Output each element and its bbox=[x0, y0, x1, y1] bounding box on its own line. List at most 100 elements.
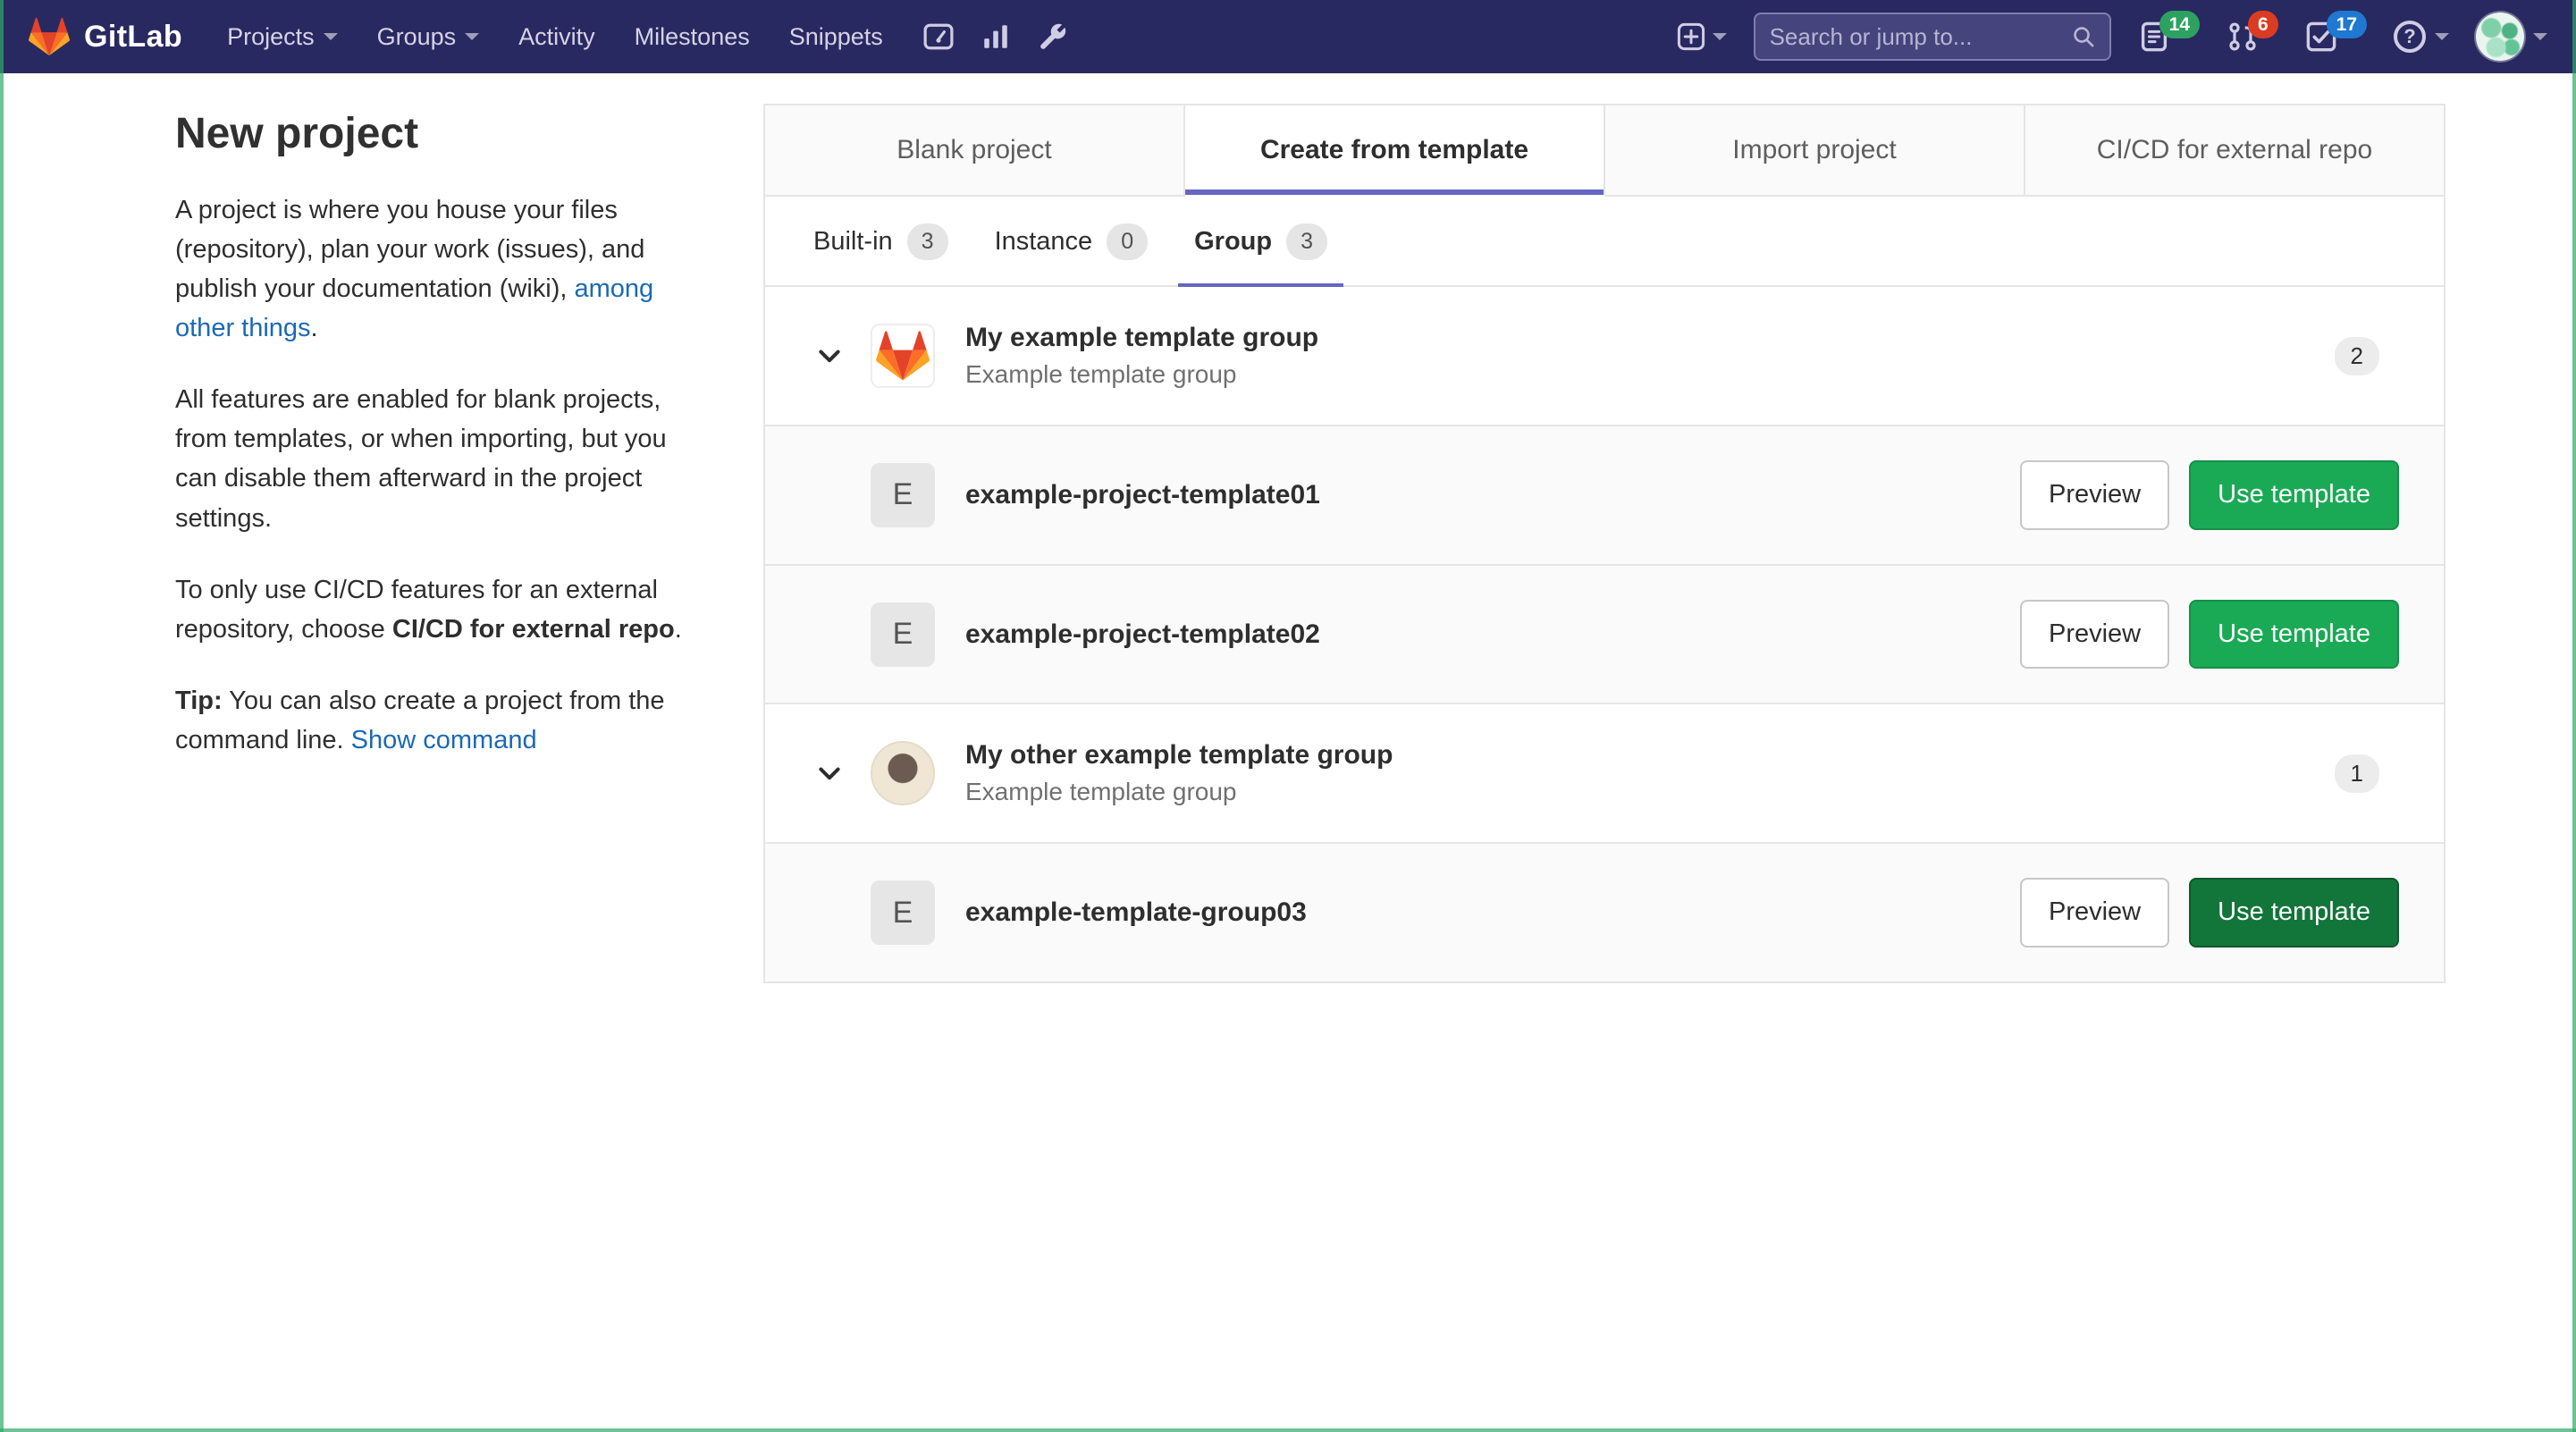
todos-count-badge: 17 bbox=[2326, 10, 2367, 38]
merge-requests-count-badge: 6 bbox=[2247, 10, 2278, 38]
nav-snippets-label: Snippets bbox=[788, 22, 883, 50]
intro-paragraph-2: All features are enabled for blank proje… bbox=[175, 385, 667, 533]
subtab-instance[interactable]: Instance 0 bbox=[979, 197, 1165, 287]
subtab-built-in-label: Built-in bbox=[813, 227, 893, 256]
template-name: example-project-template02 bbox=[965, 619, 1320, 649]
new-project-intro: New project A project is where you house… bbox=[175, 104, 704, 792]
template-name: example-template-group03 bbox=[965, 897, 1307, 928]
gitlab-new-project-page: GitLab Projects Groups Activity Mileston… bbox=[0, 0, 2576, 1432]
nav-activity[interactable]: Activity bbox=[499, 0, 615, 73]
page-title: New project bbox=[175, 110, 419, 157]
plus-square-icon bbox=[1677, 22, 1705, 51]
chevron-down-icon bbox=[2533, 33, 2547, 40]
group-template-count-badge: 2 bbox=[2334, 336, 2379, 375]
intro-tip: Tip: You can also create a project from … bbox=[175, 681, 704, 760]
template-list: My example template group Example templa… bbox=[765, 287, 2444, 982]
subtab-group-label: Group bbox=[1194, 227, 1273, 256]
main-content: New project A project is where you house… bbox=[0, 73, 2576, 984]
subtab-instance-count: 0 bbox=[1107, 223, 1149, 260]
tab-cicd-external-repo[interactable]: CI/CD for external repo bbox=[2025, 105, 2444, 197]
search-input[interactable] bbox=[1769, 22, 2072, 51]
chevron-down-icon bbox=[465, 33, 480, 40]
group-avatar bbox=[871, 741, 935, 806]
template-avatar: E bbox=[871, 602, 935, 667]
nav-groups[interactable]: Groups bbox=[358, 0, 500, 73]
intro-paragraph-3: To only use CI/CD features for an extern… bbox=[175, 570, 704, 649]
template-row: E example-project-template02 Preview Use… bbox=[765, 565, 2444, 705]
show-command-link[interactable]: Show command bbox=[351, 726, 537, 754]
template-row: E example-project-template01 Preview Use… bbox=[765, 426, 2444, 566]
nav-projects[interactable]: Projects bbox=[207, 0, 358, 73]
issues-count-badge: 14 bbox=[2159, 10, 2200, 38]
group-avatar bbox=[871, 324, 935, 388]
search-icon bbox=[2072, 25, 2095, 48]
nav-milestones[interactable]: Milestones bbox=[615, 0, 770, 73]
tab-import-project[interactable]: Import project bbox=[1605, 105, 2025, 197]
template-avatar: E bbox=[871, 880, 935, 946]
template-row: E example-template-group03 Preview Use t… bbox=[765, 844, 2444, 982]
use-template-button[interactable]: Use template bbox=[2189, 599, 2399, 670]
screenshare-border-left bbox=[0, 0, 4, 1432]
todos-counter[interactable]: 17 bbox=[2305, 10, 2367, 53]
tab-blank-project[interactable]: Blank project bbox=[765, 105, 1185, 197]
template-actions: Preview Use template bbox=[2019, 599, 2399, 670]
gitlab-tanuki-icon bbox=[29, 17, 70, 56]
new-menu-button[interactable] bbox=[1677, 22, 1727, 51]
chevron-down-icon[interactable] bbox=[815, 759, 844, 788]
preview-button[interactable]: Preview bbox=[2019, 460, 2170, 530]
subtab-group-count: 3 bbox=[1286, 223, 1328, 260]
intro-p3-period: . bbox=[674, 614, 682, 644]
help-menu-button[interactable]: ? bbox=[2394, 21, 2449, 53]
gitlab-wordmark: GitLab bbox=[84, 19, 183, 54]
tab-create-from-template[interactable]: Create from template bbox=[1185, 105, 1605, 197]
subtab-group[interactable]: Group 3 bbox=[1178, 197, 1344, 287]
intro-paragraph-1: A project is where you house your files … bbox=[175, 190, 704, 348]
template-avatar: E bbox=[871, 462, 935, 527]
chevron-down-icon bbox=[323, 33, 338, 40]
project-creation-panel: Blank project Create from template Impor… bbox=[763, 104, 2446, 984]
template-group-row-2[interactable]: My other example template group Example … bbox=[765, 704, 2444, 845]
search-box bbox=[1753, 13, 2111, 61]
template-group-row-1[interactable]: My example template group Example templa… bbox=[765, 287, 2444, 426]
nav-projects-label: Projects bbox=[227, 22, 315, 50]
group-description: Example template group bbox=[965, 360, 1237, 388]
dashboard-icon[interactable] bbox=[910, 0, 967, 73]
issues-counter[interactable]: 14 bbox=[2138, 10, 2200, 53]
nav-groups-label: Groups bbox=[376, 22, 457, 50]
chevron-down-icon[interactable] bbox=[815, 341, 844, 370]
user-avatar bbox=[2476, 13, 2524, 61]
group-description: Example template group bbox=[965, 778, 1237, 806]
preview-button[interactable]: Preview bbox=[2019, 878, 2170, 948]
group-name: My other example template group bbox=[965, 740, 1393, 771]
gitlab-home-link[interactable]: GitLab bbox=[29, 17, 182, 56]
question-icon: ? bbox=[2394, 21, 2426, 53]
screenshare-border-right bbox=[2572, 0, 2576, 1432]
use-template-button[interactable]: Use template bbox=[2189, 878, 2399, 948]
primary-nav: Projects Groups Activity Milestones Snip… bbox=[207, 0, 903, 73]
use-template-button[interactable]: Use template bbox=[2189, 460, 2399, 530]
nav-shortcut-icons bbox=[910, 0, 1082, 73]
project-type-tabs: Blank project Create from template Impor… bbox=[765, 105, 2444, 197]
admin-wrench-icon[interactable] bbox=[1024, 0, 1082, 73]
template-scope-tabs: Built-in 3 Instance 0 Group 3 bbox=[765, 197, 2444, 287]
group-template-count-badge: 1 bbox=[2334, 754, 2379, 793]
chevron-down-icon bbox=[2435, 33, 2449, 40]
charts-icon[interactable] bbox=[967, 0, 1024, 73]
nav-milestones-label: Milestones bbox=[634, 22, 750, 50]
merge-requests-counter[interactable]: 6 bbox=[2227, 10, 2278, 53]
subtab-instance-label: Instance bbox=[994, 227, 1093, 256]
template-actions: Preview Use template bbox=[2019, 878, 2399, 948]
subtab-built-in-count: 3 bbox=[906, 223, 948, 260]
nav-activity-label: Activity bbox=[518, 22, 595, 50]
chevron-down-icon bbox=[1712, 33, 1727, 40]
template-actions: Preview Use template bbox=[2019, 460, 2399, 530]
template-name: example-project-template01 bbox=[965, 479, 1320, 510]
screenshare-border-bottom bbox=[0, 1428, 2576, 1432]
top-navbar: GitLab Projects Groups Activity Mileston… bbox=[0, 0, 2576, 73]
preview-button[interactable]: Preview bbox=[2019, 599, 2170, 670]
nav-snippets[interactable]: Snippets bbox=[770, 0, 903, 73]
intro-p1-period: . bbox=[310, 314, 318, 343]
user-menu-button[interactable] bbox=[2476, 13, 2547, 61]
subtab-built-in[interactable]: Built-in 3 bbox=[797, 197, 964, 287]
tip-label: Tip: bbox=[175, 686, 223, 715]
